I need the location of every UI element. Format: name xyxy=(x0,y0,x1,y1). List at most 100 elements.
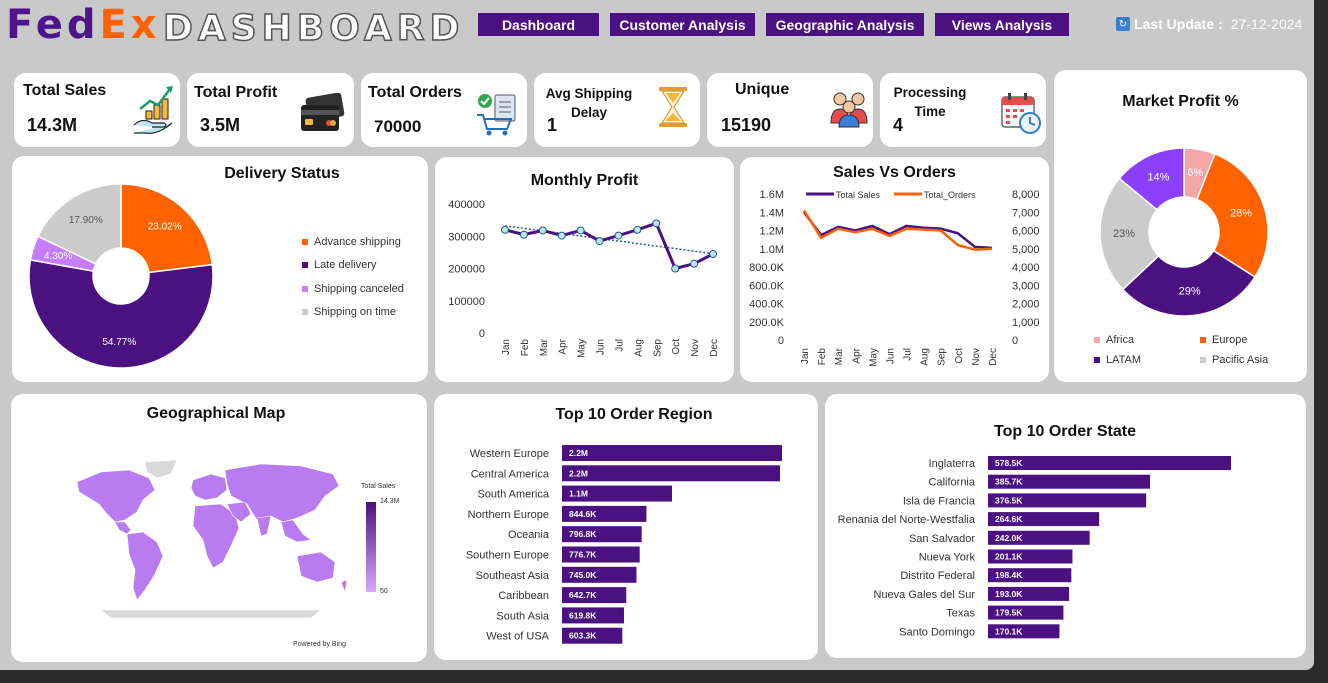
bar-category-label: Central America xyxy=(471,468,550,480)
kpi-value: 4 xyxy=(893,115,904,135)
people-icon xyxy=(830,92,868,128)
x-tick-label: May xyxy=(868,348,879,367)
bar-value-label: 264.6K xyxy=(995,514,1023,524)
y-tick-label: 400000 xyxy=(448,199,485,211)
legend-label: Shipping on time xyxy=(314,306,396,318)
bar-category-label: Nueva York xyxy=(919,552,976,564)
monthly-profit-line-chart: 400000 300000 200000 100000 0 Jan Feb Mar Apr May… xyxy=(448,199,720,358)
logo-ex-text: Ex xyxy=(99,2,161,48)
y-tick-label-left: 0 xyxy=(778,335,784,347)
legend-label: Europe xyxy=(1212,334,1248,346)
refresh-icon[interactable]: ↻ xyxy=(1116,17,1130,31)
top-states-card: Top 10 Order State Inglaterra 578.5K Calif… xyxy=(825,394,1306,658)
map-scale-min: 50 xyxy=(380,588,388,595)
nav-views-analysis-button[interactable]: Views Analysis xyxy=(935,13,1069,36)
data-point xyxy=(595,237,604,246)
credit-card-icon xyxy=(301,93,345,131)
bar-category-label: Isla de Francia xyxy=(903,495,976,507)
nav-dashboard-button[interactable]: Dashboard xyxy=(478,13,599,36)
chart-title: Delivery Status xyxy=(224,165,340,182)
kpi-title: Total Orders xyxy=(368,84,462,101)
y-tick-label-right: 4,000 xyxy=(1012,262,1040,274)
chart-title: Top 10 Order Region xyxy=(555,406,713,423)
map-scale-title: Total Sales xyxy=(361,483,396,490)
bar-category-label: San Salvador xyxy=(909,533,975,545)
data-point xyxy=(690,259,699,268)
y-tick-label-right: 3,000 xyxy=(1012,280,1040,292)
data-point xyxy=(709,249,717,258)
monthly-profit-card: Monthly Profit 400000 300000 200000 100000 0… xyxy=(435,157,734,382)
x-tick-label: Mar xyxy=(834,347,845,365)
kpi-value: 70000 xyxy=(374,117,422,136)
bar-category-label: Santo Domingo xyxy=(899,626,975,638)
bar-value-label: 745.0K xyxy=(569,570,597,580)
data-point xyxy=(576,226,585,235)
y-tick-label-right: 1,000 xyxy=(1012,317,1040,329)
data-point xyxy=(557,231,566,240)
y-tick-label-right: 2,000 xyxy=(1012,299,1040,311)
logo-fed-text: Fed xyxy=(6,2,100,48)
x-tick-label: Aug xyxy=(633,339,644,357)
slice-label: 14% xyxy=(1147,172,1169,184)
legend-swatch xyxy=(302,262,308,268)
legend-swatch xyxy=(1200,337,1206,343)
y-tick-label: 300000 xyxy=(448,231,485,243)
kpi-value: 14.3M xyxy=(27,115,78,135)
y-tick-label-left: 1.0M xyxy=(760,244,784,256)
x-tick-label: Oct xyxy=(954,348,965,364)
sales-growth-icon xyxy=(133,86,173,134)
chart-title: Sales Vs Orders xyxy=(833,164,956,181)
x-tick-label: Sep xyxy=(937,348,948,366)
last-update-date: 27-12-2024 xyxy=(1230,16,1303,32)
x-tick-label: Feb xyxy=(520,339,531,357)
top-states-bar-chart: Inglaterra 578.5K California 385.7K Isla de … xyxy=(838,456,1231,639)
bar-category-label: Renania del Norte-Westfalia xyxy=(838,514,976,526)
y-tick-label-right: 6,000 xyxy=(1012,226,1040,238)
top-regions-bar-chart: Western Europe 2.2M Central America 2.2M Sou… xyxy=(466,445,782,644)
kpi-total-sales-card: Total Sales 14.3M xyxy=(14,73,180,147)
legend-item-africa: Africa xyxy=(1094,334,1134,346)
bar-category-label: Inglaterra xyxy=(929,458,976,470)
slice-label: 4.30% xyxy=(44,251,72,262)
market-profit-donut: 6% 28% 29% 23% 14% xyxy=(1099,147,1269,317)
chart-title: Top 10 Order State xyxy=(994,423,1136,440)
x-tick-label: Apr xyxy=(558,338,569,354)
market-profit-card: Market Profit % 6% 28% 29% 23% 14% Africa Eu… xyxy=(1054,70,1307,382)
legend-swatch xyxy=(302,239,308,245)
y-tick-label: 0 xyxy=(479,328,485,340)
legend-label: Shipping canceled xyxy=(314,283,404,295)
slice-label: 28% xyxy=(1230,207,1252,219)
legend-item-shipping-canceled: Shipping canceled xyxy=(302,283,404,295)
kpi-value: 15190 xyxy=(721,115,772,135)
bar xyxy=(988,456,1231,470)
slice-label: 23% xyxy=(1113,228,1135,240)
nav-customer-analysis-button[interactable]: Customer Analysis xyxy=(610,13,755,36)
x-tick-label: Dec xyxy=(988,348,999,366)
x-tick-label: May xyxy=(577,339,588,358)
sales-vs-orders-card: Sales Vs Orders 1.6M 1.4M 1.2M 1.0M 800.0K 60… xyxy=(740,157,1049,382)
kpi-title: Total Sales xyxy=(23,82,107,99)
bar-value-label: 642.7K xyxy=(569,590,597,600)
legend-label: Africa xyxy=(1106,334,1135,346)
kpi-total-orders-card: Total Orders 70000 xyxy=(361,73,527,147)
y-tick-label-left: 200.0K xyxy=(749,317,785,329)
bar-value-label: 578.5K xyxy=(995,458,1023,468)
legend-swatch xyxy=(1094,337,1100,343)
data-point xyxy=(614,231,623,240)
bar-category-label: Oceania xyxy=(508,529,550,541)
world-map[interactable] xyxy=(71,460,351,620)
x-tick-label: Feb xyxy=(817,348,828,366)
bar-value-label: 776.7K xyxy=(569,550,597,560)
hourglass-icon xyxy=(659,87,687,127)
bar-value-label: 2.2M xyxy=(569,448,588,458)
series-line-0 xyxy=(802,211,993,250)
bar-value-label: 603.3K xyxy=(569,631,597,641)
bar-category-label: Western Europe xyxy=(470,448,549,460)
chart-title: Geographical Map xyxy=(146,405,286,422)
kpi-title: Total Profit xyxy=(194,84,278,101)
bar xyxy=(562,465,780,482)
x-tick-label: Apr xyxy=(851,347,862,363)
y-tick-label-left: 400.0K xyxy=(749,299,785,311)
nav-geographic-analysis-button[interactable]: Geographic Analysis xyxy=(766,13,924,36)
x-tick-label: Jul xyxy=(614,339,625,352)
